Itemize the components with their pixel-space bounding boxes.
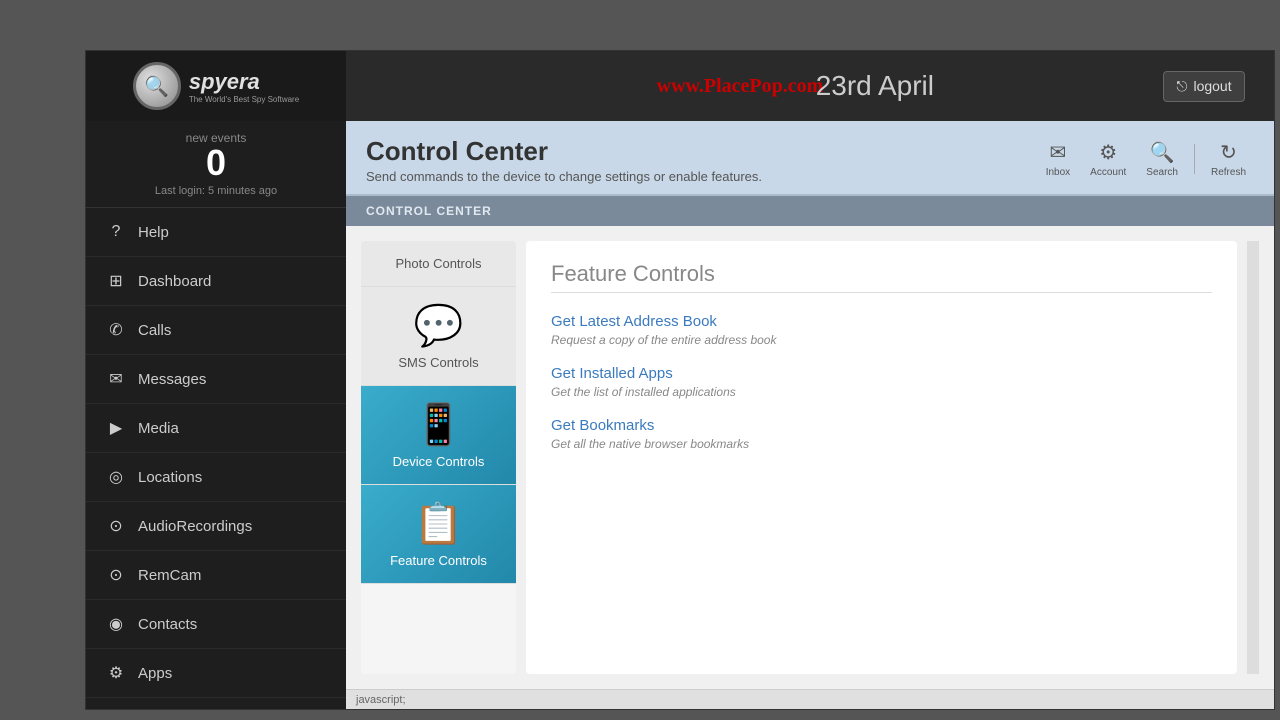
- sidebar-panel: new events 0 Last login: 5 minutes ago ?…: [86, 121, 346, 709]
- dashboard-icon: ⊞: [106, 271, 126, 291]
- logout-area: ⎋ logout: [1134, 51, 1274, 121]
- date-display: 23rd April: [816, 70, 934, 102]
- sidebar-item-remcam[interactable]: ⊙ RemCam: [86, 551, 346, 600]
- photo-controls-item[interactable]: Photo Controls: [361, 241, 516, 287]
- last-login: Last login: 5 minutes ago: [96, 185, 336, 197]
- main-layout: new events 0 Last login: 5 minutes ago ?…: [86, 121, 1274, 709]
- page-title: Control Center: [366, 136, 762, 167]
- installed-apps-link[interactable]: Get Installed Apps: [551, 365, 1212, 382]
- logo: 🔍 spyera The World's Best Spy Software: [133, 62, 299, 110]
- inbox-icon: ✉: [1050, 140, 1067, 165]
- logo-text-block: spyera The World's Best Spy Software: [189, 69, 299, 104]
- header-icons: ✉ Inbox ⚙ Account 🔍 Search ↻ Refresh: [1038, 136, 1254, 182]
- sidebar-item-audiorecordings-label: AudioRecordings: [138, 518, 252, 535]
- feature-item-installed-apps: Get Installed Apps Get the list of insta…: [551, 365, 1212, 399]
- refresh-icon: ↻: [1220, 140, 1237, 165]
- page-subtitle: Send commands to the device to change se…: [366, 169, 762, 184]
- address-book-desc: Request a copy of the entire address boo…: [551, 333, 1212, 347]
- breadcrumb-bar: CONTROL CENTER: [346, 196, 1274, 226]
- search-label: Search: [1146, 167, 1178, 178]
- messages-icon: ✉: [106, 369, 126, 389]
- calls-icon: ✆: [106, 320, 126, 340]
- help-icon: ?: [106, 222, 126, 242]
- status-bar: javascript;: [346, 689, 1274, 709]
- content-area: Control Center Send commands to the devi…: [346, 121, 1274, 709]
- scrollbar[interactable]: [1247, 241, 1259, 674]
- sidebar-item-messages[interactable]: ✉ Messages: [86, 355, 346, 404]
- sidebar-item-locations-label: Locations: [138, 469, 202, 486]
- sidebar-item-calls[interactable]: ✆ Calls: [86, 306, 346, 355]
- sidebar-item-dashboard-label: Dashboard: [138, 273, 211, 290]
- content-header: Control Center Send commands to the devi…: [346, 121, 1274, 196]
- sidebar-item-help[interactable]: ? Help: [86, 208, 346, 257]
- sms-icon: 💬: [371, 302, 506, 349]
- sidebar-item-apps[interactable]: ⚙ Apps: [86, 649, 346, 698]
- events-section: new events 0 Last login: 5 minutes ago: [86, 121, 346, 208]
- refresh-label: Refresh: [1211, 167, 1246, 178]
- sidebar-item-audiorecordings[interactable]: ⊙ AudioRecordings: [86, 502, 346, 551]
- sidebar-item-apps-label: Apps: [138, 665, 172, 682]
- refresh-button[interactable]: ↻ Refresh: [1203, 136, 1254, 182]
- header-divider: [1194, 144, 1195, 174]
- search-icon: 🔍: [1150, 140, 1175, 165]
- remcam-icon: ⊙: [106, 565, 126, 585]
- sidebar-item-dashboard[interactable]: ⊞ Dashboard: [86, 257, 346, 306]
- photo-controls-label: Photo Controls: [396, 256, 482, 271]
- device-icon: 📱: [371, 401, 506, 448]
- breadcrumb: CONTROL CENTER: [366, 204, 492, 218]
- feature-controls-label: Feature Controls: [390, 553, 487, 568]
- feature-panel: Feature Controls Get Latest Address Book…: [526, 241, 1237, 674]
- logo-icon: 🔍: [133, 62, 181, 110]
- inbox-button[interactable]: ✉ Inbox: [1038, 136, 1078, 182]
- locations-icon: ◎: [106, 467, 126, 487]
- logout-label: logout: [1193, 78, 1231, 94]
- sidebar-item-locations[interactable]: ◎ Locations: [86, 453, 346, 502]
- sms-controls-label: SMS Controls: [398, 355, 478, 370]
- feature-icon: 📋: [371, 500, 506, 547]
- logo-tagline: The World's Best Spy Software: [189, 95, 299, 104]
- sidebar-item-help-label: Help: [138, 224, 169, 241]
- search-button[interactable]: 🔍 Search: [1138, 136, 1186, 182]
- sidebar-item-media-label: Media: [138, 420, 179, 437]
- status-text: javascript;: [356, 694, 406, 706]
- contacts-icon: ◉: [106, 614, 126, 634]
- inbox-label: Inbox: [1046, 167, 1070, 178]
- bookmarks-desc: Get all the native browser bookmarks: [551, 437, 1212, 451]
- device-controls-item[interactable]: 📱 Device Controls: [361, 386, 516, 485]
- audiorecordings-icon: ⊙: [106, 516, 126, 536]
- events-count: 0: [96, 145, 336, 181]
- bookmarks-link[interactable]: Get Bookmarks: [551, 417, 1212, 434]
- account-label: Account: [1090, 167, 1126, 178]
- address-book-link[interactable]: Get Latest Address Book: [551, 313, 1212, 330]
- top-bar: 🔍 spyera The World's Best Spy Software w…: [86, 51, 1274, 121]
- account-icon: ⚙: [1099, 140, 1117, 165]
- media-icon: ▶: [106, 418, 126, 438]
- logo-name: spyera: [189, 69, 299, 95]
- sidebar-item-contacts-label: Contacts: [138, 616, 197, 633]
- sidebar-item-remcam-label: RemCam: [138, 567, 201, 584]
- logo-area: 🔍 spyera The World's Best Spy Software: [86, 51, 346, 121]
- content-title-section: Control Center Send commands to the devi…: [366, 136, 762, 184]
- logout-icon: ⎋: [1176, 78, 1187, 95]
- nav-items: ? Help ⊞ Dashboard ✆ Calls ✉ Messages: [86, 208, 346, 709]
- sms-controls-item[interactable]: 💬 SMS Controls: [361, 287, 516, 386]
- control-body: Photo Controls 💬 SMS Controls 📱 Device C…: [346, 226, 1274, 689]
- controls-list: Photo Controls 💬 SMS Controls 📱 Device C…: [361, 241, 516, 674]
- installed-apps-desc: Get the list of installed applications: [551, 385, 1212, 399]
- account-button[interactable]: ⚙ Account: [1082, 136, 1134, 182]
- feature-panel-title: Feature Controls: [551, 261, 1212, 287]
- ad-banner: www.PlacePop.com: [657, 75, 824, 98]
- header-center: www.PlacePop.com 23rd April: [346, 51, 1134, 121]
- device-controls-label: Device Controls: [393, 454, 485, 469]
- feature-item-bookmarks: Get Bookmarks Get all the native browser…: [551, 417, 1212, 451]
- feature-item-address-book: Get Latest Address Book Request a copy o…: [551, 313, 1212, 347]
- sidebar-item-messages-label: Messages: [138, 371, 206, 388]
- apps-icon: ⚙: [106, 663, 126, 683]
- logout-button[interactable]: ⎋ logout: [1163, 71, 1244, 102]
- sidebar-item-media[interactable]: ▶ Media: [86, 404, 346, 453]
- feature-controls-item[interactable]: 📋 Feature Controls: [361, 485, 516, 584]
- sidebar-item-contacts[interactable]: ◉ Contacts: [86, 600, 346, 649]
- sidebar-item-calls-label: Calls: [138, 322, 171, 339]
- feature-divider: [551, 292, 1212, 293]
